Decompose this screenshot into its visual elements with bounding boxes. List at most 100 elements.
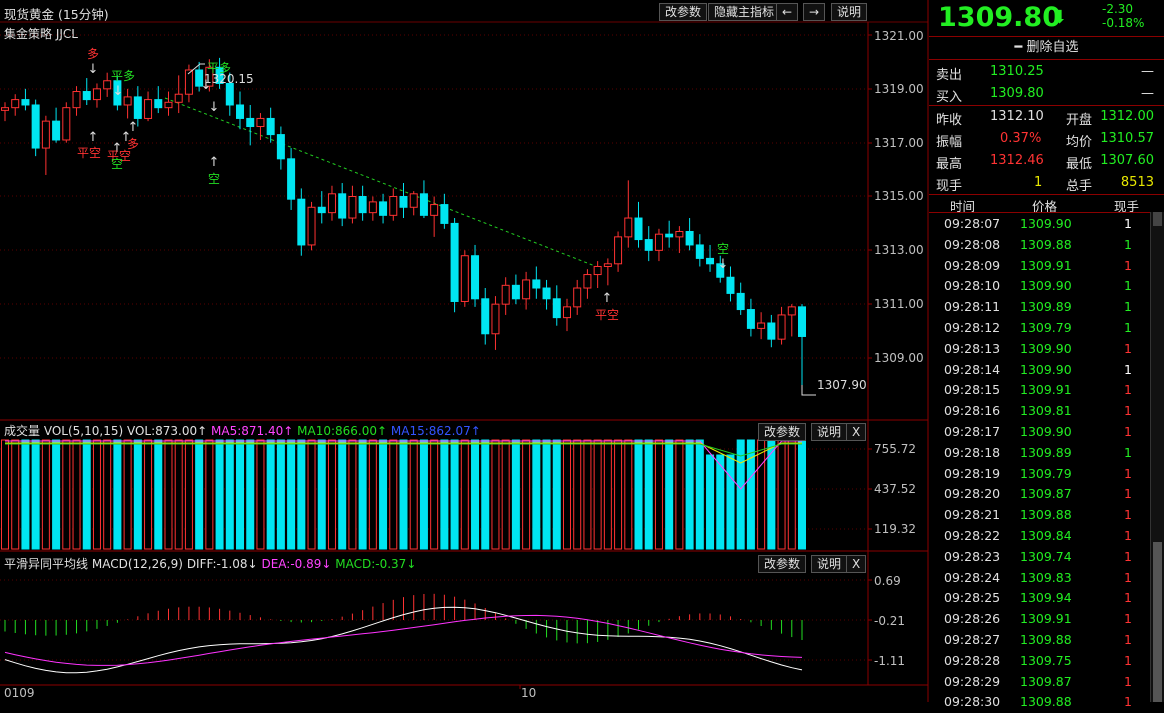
trade-time: 09:28:23 bbox=[944, 548, 1001, 564]
volume-bar bbox=[532, 439, 541, 550]
macd-help-button[interactable]: 说明 bbox=[811, 555, 848, 573]
trade-time: 09:28:24 bbox=[944, 569, 1001, 585]
macd-change-params-button[interactable]: 改参数 bbox=[758, 555, 807, 573]
candle-body bbox=[62, 107, 71, 141]
trade-qty: 1 bbox=[1124, 340, 1132, 356]
volume-bar bbox=[552, 439, 561, 550]
volume-bar bbox=[573, 439, 582, 550]
volume-bar bbox=[184, 439, 193, 550]
trade-row: 09:28:19 1309.79 1 bbox=[936, 464, 1158, 485]
volume-help-button[interactable]: 说明 bbox=[811, 423, 848, 441]
volume-bar bbox=[276, 439, 285, 550]
signal-flat-short-3: 平空 bbox=[595, 308, 619, 322]
cur-vol-label: 现手 bbox=[936, 179, 963, 194]
trade-qty: 1 bbox=[1124, 465, 1132, 481]
volume-change-params-button[interactable]: 改参数 bbox=[758, 423, 807, 441]
volume-close-button[interactable]: X bbox=[846, 423, 867, 441]
prev-close-value: 1312.10 bbox=[990, 109, 1044, 124]
trade-time: 09:28:07 bbox=[944, 216, 1001, 231]
candle-body bbox=[41, 120, 50, 149]
volume-bar bbox=[460, 439, 469, 550]
candle-body bbox=[317, 206, 326, 214]
volume-bar bbox=[92, 439, 101, 550]
volume-bar bbox=[481, 439, 490, 550]
trade-price: 1309.90 bbox=[1020, 340, 1072, 356]
candle-body bbox=[481, 298, 490, 335]
macd-close-button[interactable]: X bbox=[846, 555, 867, 573]
candle-body bbox=[726, 276, 735, 294]
signal-short-2: 空 bbox=[208, 172, 220, 186]
candle-body bbox=[511, 284, 520, 300]
trade-time: 09:28:12 bbox=[944, 320, 1001, 335]
candle-body bbox=[266, 117, 275, 136]
trade-price: 1309.91 bbox=[1020, 257, 1072, 273]
high-label: 最高 bbox=[936, 157, 963, 172]
trade-qty: 1 bbox=[1124, 569, 1132, 585]
signal-arrow-down-1: ↓ bbox=[88, 62, 99, 77]
volume-bar bbox=[154, 439, 163, 550]
buy-row: 买入 1309.80 — bbox=[936, 83, 1158, 105]
volume-bar bbox=[266, 439, 275, 550]
trade-price: 1309.83 bbox=[1020, 569, 1072, 585]
candle-body bbox=[644, 239, 653, 251]
quote-price: 1309.80 bbox=[938, 2, 1061, 33]
candle-body bbox=[593, 265, 602, 276]
candle-body bbox=[777, 314, 786, 340]
scroll-up-icon[interactable] bbox=[1153, 212, 1162, 226]
candle-body bbox=[11, 99, 20, 109]
candle-body bbox=[409, 193, 418, 208]
trade-qty: 1 bbox=[1124, 632, 1132, 647]
trade-time: 09:28:10 bbox=[944, 278, 1001, 294]
volume-bar bbox=[41, 439, 50, 550]
candle-body bbox=[450, 222, 459, 302]
trade-qty: 1 bbox=[1124, 424, 1132, 439]
signal-arrow-up-6: ↑ bbox=[602, 291, 613, 306]
trade-time: 09:28:15 bbox=[944, 382, 1001, 398]
divider bbox=[929, 212, 1164, 213]
candle-body bbox=[246, 117, 255, 128]
trade-qty: 1 bbox=[1124, 673, 1132, 689]
volume-bar bbox=[225, 439, 234, 550]
volume-bar bbox=[72, 439, 81, 550]
trade-time: 09:28:28 bbox=[944, 652, 1001, 668]
prev-close-row: 昨收 1312.10 开盘 1312.00 bbox=[936, 106, 1158, 128]
macd-label: 平滑异同平均线 bbox=[4, 557, 89, 571]
candle-body bbox=[757, 322, 766, 329]
volume-bar bbox=[419, 439, 428, 550]
volume-bar bbox=[471, 439, 480, 550]
volume-ma10: MA10:866.00↑ bbox=[297, 424, 388, 438]
low-pointer bbox=[801, 385, 816, 396]
candle-body bbox=[1, 107, 9, 111]
trades-scrollbar[interactable] bbox=[1150, 212, 1164, 702]
trade-row: 09:28:20 1309.87 1 bbox=[936, 484, 1158, 505]
volume-bar bbox=[338, 439, 347, 550]
volume-bar bbox=[675, 439, 684, 550]
volume-bar bbox=[440, 439, 449, 550]
volume-bar bbox=[133, 439, 142, 550]
candle-body bbox=[103, 80, 112, 90]
vol-y-tick: 437.52 bbox=[874, 482, 916, 496]
prev-close-label: 昨收 bbox=[936, 113, 963, 128]
volume-bar bbox=[716, 454, 725, 550]
trade-row: 09:28:10 1309.90 1 bbox=[936, 276, 1158, 297]
volume-bar bbox=[399, 439, 408, 550]
volume-bar bbox=[379, 439, 388, 550]
amplitude-row: 振幅 0.37% 均价 1310.57 bbox=[936, 128, 1158, 150]
volume-bar bbox=[665, 439, 674, 550]
volume-bar bbox=[287, 439, 296, 550]
volume-bars bbox=[1, 439, 806, 550]
scrollbar-thumb[interactable] bbox=[1153, 542, 1162, 702]
volume-bar bbox=[798, 439, 806, 550]
volume-bar bbox=[685, 439, 694, 550]
trade-row: 09:28:12 1309.79 1 bbox=[936, 318, 1158, 339]
candle-body bbox=[471, 255, 480, 300]
candle-body bbox=[583, 274, 592, 289]
y-tick-marks bbox=[868, 34, 872, 661]
candle-body bbox=[665, 233, 674, 238]
delete-watchlist-button[interactable]: ━ 删除自选 bbox=[929, 36, 1164, 60]
vol-y-tick: 119.32 bbox=[874, 522, 916, 536]
trade-price: 1309.88 bbox=[1020, 632, 1072, 647]
trade-row: 09:28:11 1309.89 1 bbox=[936, 297, 1158, 318]
candle-body bbox=[746, 309, 755, 329]
volume-bar bbox=[82, 439, 91, 550]
